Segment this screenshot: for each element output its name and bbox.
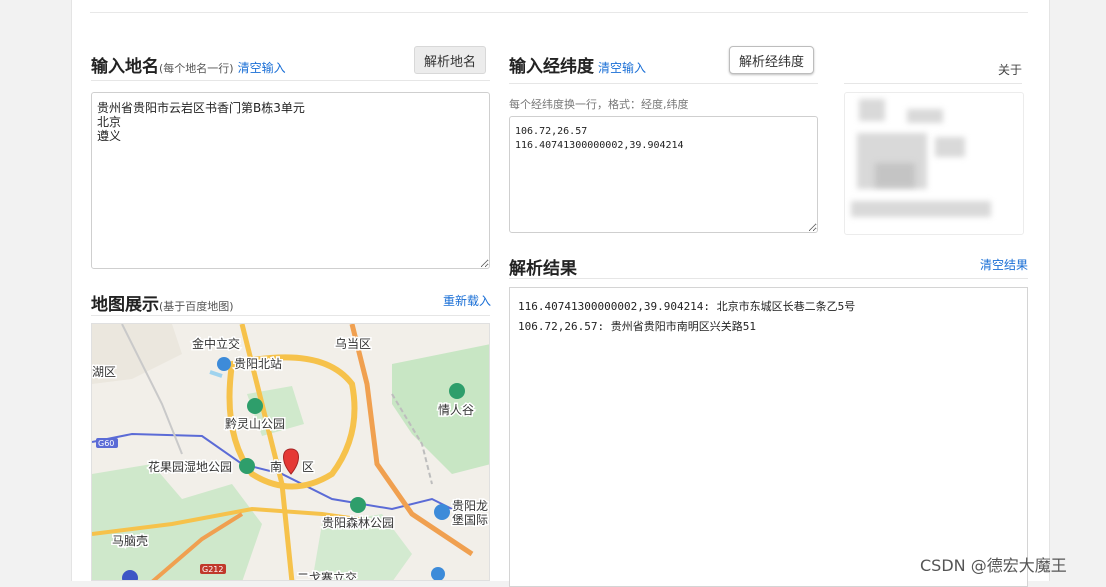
map-label: 二戈寨立交 bbox=[297, 570, 357, 581]
map-label: 贵阳森林公园 bbox=[322, 515, 394, 530]
map-view[interactable]: 金中立交 乌当区 贵阳北站 湖区 情人谷 黔灵山公园 G60 花果园湿地公园 南… bbox=[91, 323, 490, 581]
results-title: 解析结果 bbox=[509, 259, 577, 279]
coords-clear-link[interactable]: 清空输入 bbox=[598, 59, 646, 76]
coords-title: 输入经纬度 bbox=[509, 57, 594, 77]
blurred-block bbox=[851, 201, 991, 217]
map-label: 黔灵山公园 bbox=[225, 416, 285, 431]
parse-names-button[interactable]: 解析地名 bbox=[414, 46, 486, 74]
map-section-header: 地图展示 (基于百度地图) bbox=[91, 290, 234, 315]
map-label: 马脑壳 bbox=[112, 534, 148, 548]
map-label: 情人谷 bbox=[438, 403, 474, 417]
blurred-block bbox=[907, 109, 943, 123]
csdn-watermark: CSDN @德宏大魔王 bbox=[920, 556, 1067, 575]
map-label: 贵阳北站 bbox=[234, 357, 282, 371]
names-subtitle: (每个地名一行) bbox=[159, 62, 234, 75]
train-station-icon[interactable] bbox=[217, 357, 231, 371]
names-clear-link[interactable]: 清空输入 bbox=[238, 59, 286, 76]
map-title: 地图展示 bbox=[91, 295, 159, 315]
result-line: 116.40741300000002,39.904214: 北京市东城区长巷二条… bbox=[518, 300, 856, 313]
results-clear-link[interactable]: 清空结果 bbox=[980, 256, 1028, 273]
parse-coords-button[interactable]: 解析经纬度 bbox=[729, 46, 814, 74]
names-title: 输入地名 bbox=[91, 57, 159, 77]
park-icon[interactable] bbox=[247, 398, 263, 414]
results-output: 116.40741300000002,39.904214: 北京市东城区长巷二条… bbox=[509, 287, 1028, 587]
coords-hint: 每个经纬度换一行，格式：经度,纬度 bbox=[509, 98, 689, 111]
names-section-header: 输入地名 (每个地名一行) 清空输入 bbox=[91, 52, 286, 77]
map-label: G60 bbox=[98, 439, 114, 448]
map-label: G212 bbox=[202, 565, 223, 574]
about-label: 关于 bbox=[998, 63, 1023, 77]
map-divider bbox=[91, 315, 490, 316]
blurred-block bbox=[859, 99, 885, 121]
coords-input[interactable] bbox=[509, 116, 818, 233]
airport-icon[interactable] bbox=[434, 504, 450, 520]
map-label: 堡国际 bbox=[452, 512, 488, 527]
results-section-header: 解析结果 bbox=[509, 254, 577, 279]
coords-section-header: 输入经纬度 清空输入 bbox=[509, 52, 646, 77]
result-line: 106.72,26.57: 贵州省贵阳市南明区兴关路51 bbox=[518, 320, 756, 333]
park-icon[interactable] bbox=[449, 383, 465, 399]
map-label: 湖区 bbox=[92, 364, 116, 379]
map-canvas[interactable]: 金中立交 乌当区 贵阳北站 湖区 情人谷 黔灵山公园 G60 花果园湿地公园 南… bbox=[92, 324, 490, 581]
blurred-block bbox=[875, 163, 915, 187]
map-label: 花果园湿地公园 bbox=[148, 459, 232, 474]
map-label: 区 bbox=[302, 460, 314, 474]
map-label: 金中立交 bbox=[192, 336, 240, 351]
results-divider bbox=[509, 278, 1028, 279]
coords-divider bbox=[509, 83, 818, 84]
about-divider bbox=[844, 83, 1022, 84]
map-reload-link[interactable]: 重新载入 bbox=[443, 292, 491, 309]
blurred-block bbox=[935, 137, 965, 157]
map-label: 贵阳龙 bbox=[452, 499, 488, 513]
poi-icon[interactable] bbox=[431, 567, 445, 581]
qr-code-image bbox=[844, 92, 1024, 235]
map-subtitle: (基于百度地图) bbox=[159, 300, 234, 313]
park-icon[interactable] bbox=[239, 458, 255, 474]
park-icon[interactable] bbox=[350, 497, 366, 513]
map-label: 乌当区 bbox=[335, 336, 371, 351]
names-input[interactable] bbox=[91, 92, 490, 269]
top-divider bbox=[90, 12, 1028, 13]
names-divider bbox=[91, 80, 490, 81]
map-label: 南 bbox=[270, 459, 282, 474]
